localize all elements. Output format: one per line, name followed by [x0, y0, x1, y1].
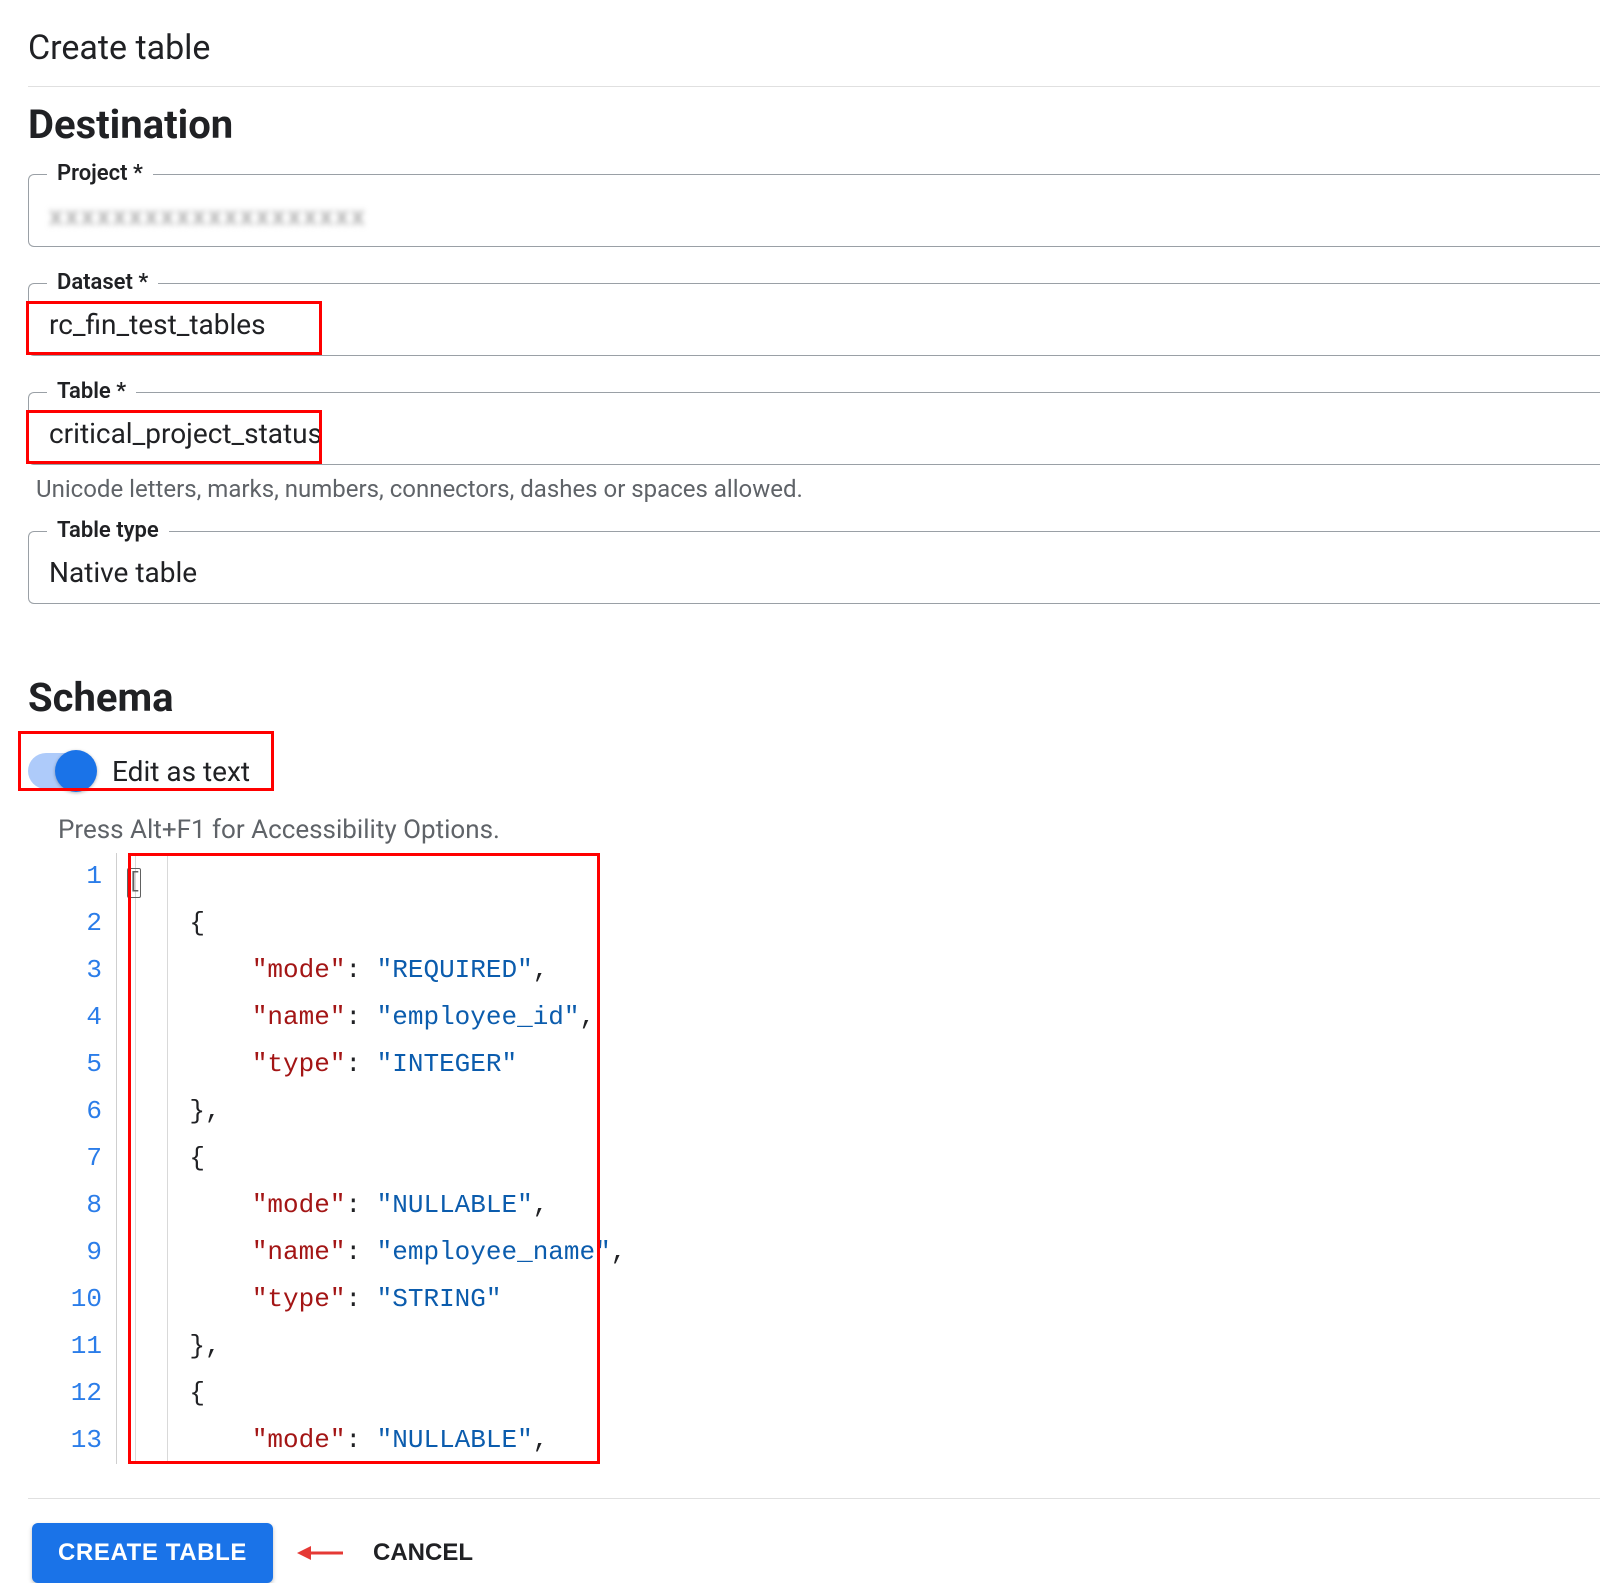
- code-line[interactable]: [: [127, 853, 626, 900]
- dataset-label: Dataset *: [47, 270, 158, 295]
- line-number: 4: [56, 994, 102, 1041]
- cancel-button[interactable]: CANCEL: [367, 1538, 479, 1568]
- code-line[interactable]: {: [127, 1370, 626, 1417]
- dataset-field[interactable]: Dataset * rc_fin_test_tables: [28, 283, 1600, 356]
- code-line[interactable]: "mode": "NULLABLE",: [127, 1182, 626, 1229]
- line-number: 13: [56, 1417, 102, 1464]
- editor-code-area[interactable]: [ { "mode": "REQUIRED", "name": "employe…: [116, 853, 626, 1464]
- line-number: 8: [56, 1182, 102, 1229]
- code-line[interactable]: "name": "employee_id",: [127, 994, 626, 1041]
- table-label: Table *: [47, 379, 136, 404]
- schema-json-editor[interactable]: 12345678910111213 [ { "mode": "REQUIRED"…: [56, 853, 626, 1464]
- table-helper: Unicode letters, marks, numbers, connect…: [36, 475, 1600, 503]
- edit-as-text-toggle[interactable]: [28, 753, 94, 789]
- page-title: Create table: [28, 28, 1600, 68]
- code-line[interactable]: "mode": "NULLABLE",: [127, 1417, 626, 1464]
- destination-heading: Destination: [28, 101, 1600, 148]
- line-number: 6: [56, 1088, 102, 1135]
- schema-heading: Schema: [28, 674, 1600, 721]
- code-line[interactable]: {: [127, 900, 626, 947]
- code-line[interactable]: "name": "employee_name",: [127, 1229, 626, 1276]
- dataset-value: rc_fin_test_tables: [49, 308, 1580, 341]
- table-type-label: Table type: [47, 518, 169, 543]
- code-line[interactable]: {: [127, 1135, 626, 1182]
- table-type-field[interactable]: Table type Native table: [28, 531, 1600, 604]
- a11y-hint: Press Alt+F1 for Accessibility Options.: [58, 815, 1600, 845]
- table-type-value: Native table: [49, 556, 1580, 589]
- arrow-indicator-icon: [297, 1543, 343, 1563]
- line-number: 1: [56, 853, 102, 900]
- edit-as-text-label: Edit as text: [112, 755, 250, 788]
- project-field[interactable]: Project * xxxxxxxxxxxxxxxxxxxx: [28, 174, 1600, 247]
- line-number: 10: [56, 1276, 102, 1323]
- header-divider: [28, 86, 1600, 87]
- line-number: 3: [56, 947, 102, 994]
- code-line[interactable]: "type": "INTEGER": [127, 1041, 626, 1088]
- line-number: 5: [56, 1041, 102, 1088]
- editor-gutter: 12345678910111213: [56, 853, 116, 1464]
- line-number: 2: [56, 900, 102, 947]
- line-number: 11: [56, 1323, 102, 1370]
- code-line[interactable]: "mode": "REQUIRED",: [127, 947, 626, 994]
- line-number: 12: [56, 1370, 102, 1417]
- create-table-button[interactable]: CREATE TABLE: [32, 1523, 273, 1583]
- table-field[interactable]: Table * critical_project_status: [28, 392, 1600, 465]
- project-label: Project *: [47, 161, 153, 186]
- footer-divider: [28, 1498, 1600, 1499]
- table-value: critical_project_status: [49, 417, 1580, 450]
- code-line[interactable]: },: [127, 1323, 626, 1370]
- line-number: 9: [56, 1229, 102, 1276]
- code-line[interactable]: },: [127, 1088, 626, 1135]
- code-line[interactable]: "type": "STRING": [127, 1276, 626, 1323]
- project-value: xxxxxxxxxxxxxxxxxxxx: [49, 199, 1580, 232]
- line-number: 7: [56, 1135, 102, 1182]
